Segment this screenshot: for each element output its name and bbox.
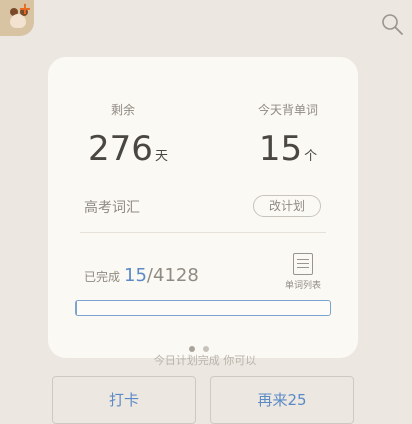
plus-icon: + [18,0,32,18]
divider [80,232,326,233]
today-words-unit: 个 [304,149,318,164]
progress-bar [75,300,331,316]
remaining-days-value: 276 [88,129,153,169]
list-icon [293,253,313,275]
completed-label: 已完成 [84,270,121,284]
remaining-days-unit: 天 [154,149,168,164]
plan-card: 剩余 今天背单词 276 天 15 个 高考词汇 改计划 已完成 15/4128 单词… [48,57,358,358]
word-list-label: 单词列表 [284,281,321,291]
completed-total: /4128 [146,265,199,286]
today-words: 15 个 [238,129,338,169]
study-more-button[interactable]: 再来25 [210,376,354,424]
hint-text: 今日计划完成 你可以 [153,354,257,367]
plan-name: 高考词汇 [84,200,140,216]
checkin-button[interactable]: 打卡 [52,376,196,424]
remaining-days: 276 天 [78,129,178,169]
completed-row: 已完成 15/4128 [84,265,199,286]
remaining-label: 剩余 [110,103,135,117]
change-plan-button[interactable]: 改计划 [253,195,321,217]
word-list-button[interactable]: 单词列表 [282,253,324,291]
avatar[interactable]: + [0,0,34,36]
today-words-value: 15 [258,129,303,169]
progress-fill [76,301,77,315]
today-label: 今天背单词 [257,103,318,117]
search-icon[interactable] [380,12,404,36]
completed-count: 15 [124,265,147,286]
